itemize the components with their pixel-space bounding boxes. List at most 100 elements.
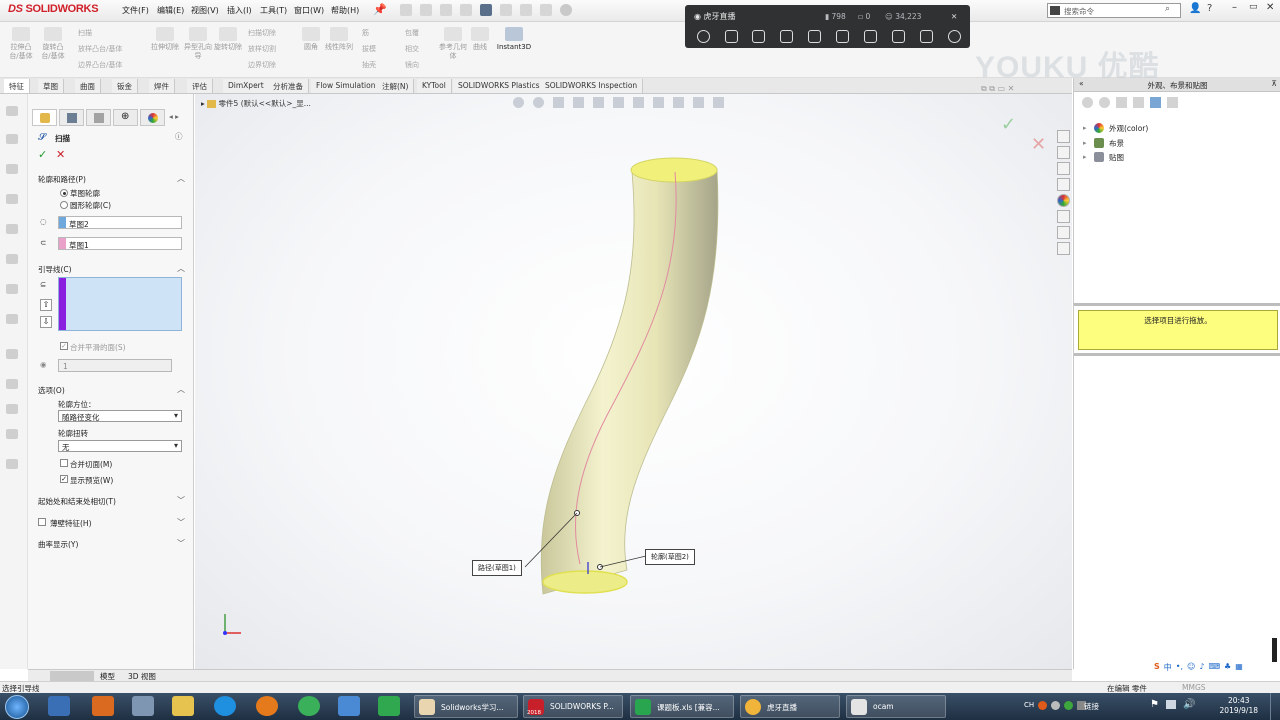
tree-scenes[interactable]: 布景 xyxy=(1109,138,1124,149)
volume-icon[interactable]: 🔊 xyxy=(1183,699,1195,710)
start-button[interactable] xyxy=(5,695,29,719)
video-icon[interactable] xyxy=(864,30,877,43)
taskbar-app-icon[interactable] xyxy=(48,696,70,716)
custom-properties-icon[interactable] xyxy=(1057,210,1070,223)
units-selector[interactable]: MMGS xyxy=(1182,683,1206,692)
display-manager-tab[interactable] xyxy=(140,109,165,126)
search-input[interactable]: 搜索命令 ⌕ xyxy=(1047,3,1181,18)
taskbar-clock[interactable]: 20:43 2019/9/18 xyxy=(1220,696,1258,716)
chevron-up-icon[interactable]: ︿ xyxy=(177,173,185,184)
move-down-icon[interactable]: ⇩ xyxy=(40,316,52,328)
firefox-icon[interactable] xyxy=(256,696,278,716)
settings-icon[interactable] xyxy=(948,30,961,43)
graphics-area[interactable]: ▸ 零件5 (默认<<默认>_显... ⧉ ⧉ ▭ ✕ ✓ ✕ 路径(草图1) … xyxy=(195,84,1072,669)
viewport-window-controls[interactable]: ⧉ ⧉ ▭ ✕ xyxy=(981,84,1014,94)
refresh-icon[interactable] xyxy=(1150,97,1161,108)
reference-geometry-button[interactable]: 参考几何体 xyxy=(438,27,468,61)
tree-appearances[interactable]: 外观(color) xyxy=(1109,123,1148,134)
guide-curves-header[interactable]: 引导线(C) xyxy=(38,264,72,275)
select-icon[interactable] xyxy=(520,4,532,16)
tools-icon[interactable] xyxy=(892,30,905,43)
tab-surfaces[interactable]: 曲面 xyxy=(75,79,101,93)
grid-tool-icon[interactable] xyxy=(6,429,18,439)
taskbar-solidworks-learning[interactable]: Solidworks学习... xyxy=(414,695,518,718)
guide-spin-box[interactable]: 1 xyxy=(58,359,172,372)
tab-sketch[interactable]: 草图 xyxy=(38,79,64,93)
line-tool-icon[interactable] xyxy=(6,164,18,174)
feature-manager-tab[interactable] xyxy=(32,109,57,126)
tab-dimxpert[interactable]: DimXpert xyxy=(223,79,270,93)
path-callout[interactable]: 路径(草图1) xyxy=(472,560,522,576)
sw-resources-icon[interactable] xyxy=(1057,130,1070,143)
chinese-mode-icon[interactable]: 中 xyxy=(1164,662,1172,673)
new-file-icon[interactable] xyxy=(420,4,432,16)
overlay-close-icon[interactable]: ✕ xyxy=(951,12,957,21)
thin-feature-header[interactable]: 薄壁特征(H) xyxy=(50,518,92,529)
tab-annotation[interactable]: 注解(N) xyxy=(377,79,415,93)
show-desktop-button[interactable] xyxy=(1270,693,1280,720)
save-icon[interactable] xyxy=(460,4,472,16)
emoji-icon[interactable]: ☺ xyxy=(1187,662,1195,673)
spline-tool-icon[interactable] xyxy=(6,224,18,234)
orientation-select[interactable]: 随路径变化 xyxy=(58,410,182,422)
chat-icon[interactable] xyxy=(725,30,738,43)
wrap-button[interactable]: 包覆 xyxy=(405,28,419,38)
gear-icon[interactable] xyxy=(560,4,572,16)
cancel-icon[interactable]: ✕ xyxy=(56,148,65,161)
sogou-icon[interactable]: S xyxy=(1154,662,1160,673)
thin-feature-checkbox[interactable] xyxy=(38,518,46,526)
collapse-left-icon[interactable]: « xyxy=(1079,79,1084,88)
eye-icon[interactable]: ◉ xyxy=(40,360,47,369)
sketch-tool-icon[interactable] xyxy=(6,134,18,144)
tab-flow-simulation[interactable]: Flow Simulation xyxy=(311,79,382,93)
rebuild-icon[interactable] xyxy=(540,4,552,16)
curvature-header[interactable]: 曲率显示(Y) xyxy=(38,539,78,550)
revolve-cut-button[interactable]: 旋转切除 xyxy=(213,27,243,52)
forward-icon[interactable] xyxy=(1099,97,1110,108)
toolbox-icon[interactable]: ▦ xyxy=(1235,662,1243,673)
camera-settings-icon[interactable] xyxy=(752,30,765,43)
appearances-icon[interactable] xyxy=(1057,194,1070,207)
taskbar-solidworks[interactable]: 2018 SOLIDWORKS P... xyxy=(523,695,623,718)
network-icon[interactable] xyxy=(1166,700,1176,709)
tray-sogou-icon[interactable] xyxy=(1038,701,1047,710)
tab-scroll-controls[interactable] xyxy=(50,671,94,681)
hole-wizard-button[interactable]: 异型孔向导 xyxy=(183,27,213,61)
arc-tool-icon[interactable] xyxy=(6,194,18,204)
tab-evaluate[interactable]: 评估 xyxy=(187,79,213,93)
loft-button[interactable]: 放样凸台/基体 xyxy=(78,44,122,54)
table-tool-icon[interactable] xyxy=(6,459,18,469)
print-icon[interactable] xyxy=(480,4,492,16)
expand-scenes-icon[interactable]: ▸ xyxy=(1083,139,1087,147)
tube-top-face[interactable] xyxy=(630,157,718,183)
minimize-icon[interactable]: – xyxy=(1232,2,1237,13)
record-icon[interactable] xyxy=(836,30,849,43)
circular-profile-radio[interactable] xyxy=(60,201,68,209)
home-icon[interactable] xyxy=(400,4,412,16)
merge-faces-checkbox[interactable]: ✓ xyxy=(60,342,68,350)
tray-security-icon[interactable] xyxy=(1064,701,1073,710)
linear-pattern-button[interactable]: 线性阵列 xyxy=(324,27,354,52)
menu-help[interactable]: 帮助(H) xyxy=(331,5,359,16)
sweep-button[interactable]: 扫描 xyxy=(78,28,92,38)
play-icon[interactable] xyxy=(378,696,400,716)
fillet-button[interactable]: 圆角 xyxy=(296,27,326,52)
curvature-chevron-icon[interactable]: ﹀ xyxy=(177,538,185,549)
ok-icon[interactable]: ✓ xyxy=(38,148,47,161)
profile-path-header[interactable]: 轮廓和路径(P) xyxy=(38,174,86,185)
menu-view[interactable]: 视图(V) xyxy=(191,5,219,16)
extrude-boss-button[interactable]: 拉伸凸台/基体 xyxy=(6,27,36,61)
boundary-boss-button[interactable]: 边界凸台/基体 xyxy=(78,60,122,70)
language-indicator[interactable]: CH xyxy=(1024,701,1034,709)
gift-icon[interactable] xyxy=(780,30,793,43)
pin-icon[interactable]: 📌 xyxy=(373,3,387,16)
dimxpert-manager-tab[interactable]: ⊕ xyxy=(113,109,138,126)
taskbar-huya[interactable]: 虎牙直播 xyxy=(740,695,840,718)
rib-button[interactable]: 筋 xyxy=(362,28,369,38)
maximize-icon[interactable]: ▭ xyxy=(1249,2,1258,12)
profile-callout[interactable]: 轮廓(草图2) xyxy=(645,549,695,565)
expand-appearance-icon[interactable]: ▸ xyxy=(1083,124,1087,132)
revolve-boss-button[interactable]: 旋转凸台/基体 xyxy=(38,27,68,61)
view-palette-icon[interactable] xyxy=(1057,178,1070,191)
instant3d-button[interactable]: Instant3D xyxy=(495,27,533,52)
